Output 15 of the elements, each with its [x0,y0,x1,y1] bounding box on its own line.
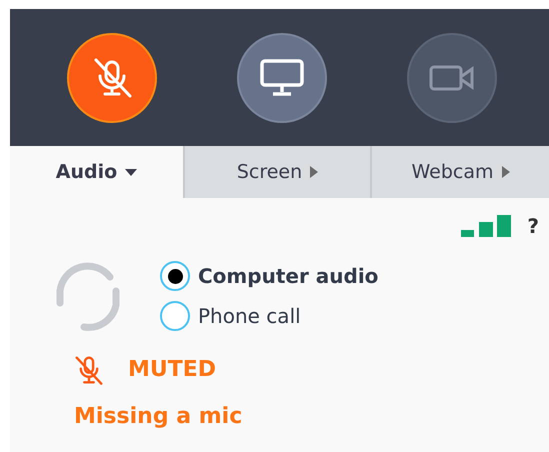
video-camera-icon [429,64,475,92]
radio-button[interactable] [160,301,190,331]
tab[interactable]: Screen [183,146,370,198]
monitor-icon [259,58,305,98]
tab[interactable]: Webcam [370,146,549,198]
caret-down-icon [125,168,138,176]
help-button[interactable]: ? [527,211,539,241]
radio-button[interactable] [160,261,190,291]
radio-option[interactable]: Phone call [160,301,378,331]
caret-right-icon [502,166,510,178]
signal-strength-icon [461,215,512,237]
status-message: Missing a mic [73,403,244,431]
caret-right-icon [310,166,318,178]
radio-option[interactable]: Computer audio [160,261,378,291]
muted-label: MUTED [128,356,216,384]
